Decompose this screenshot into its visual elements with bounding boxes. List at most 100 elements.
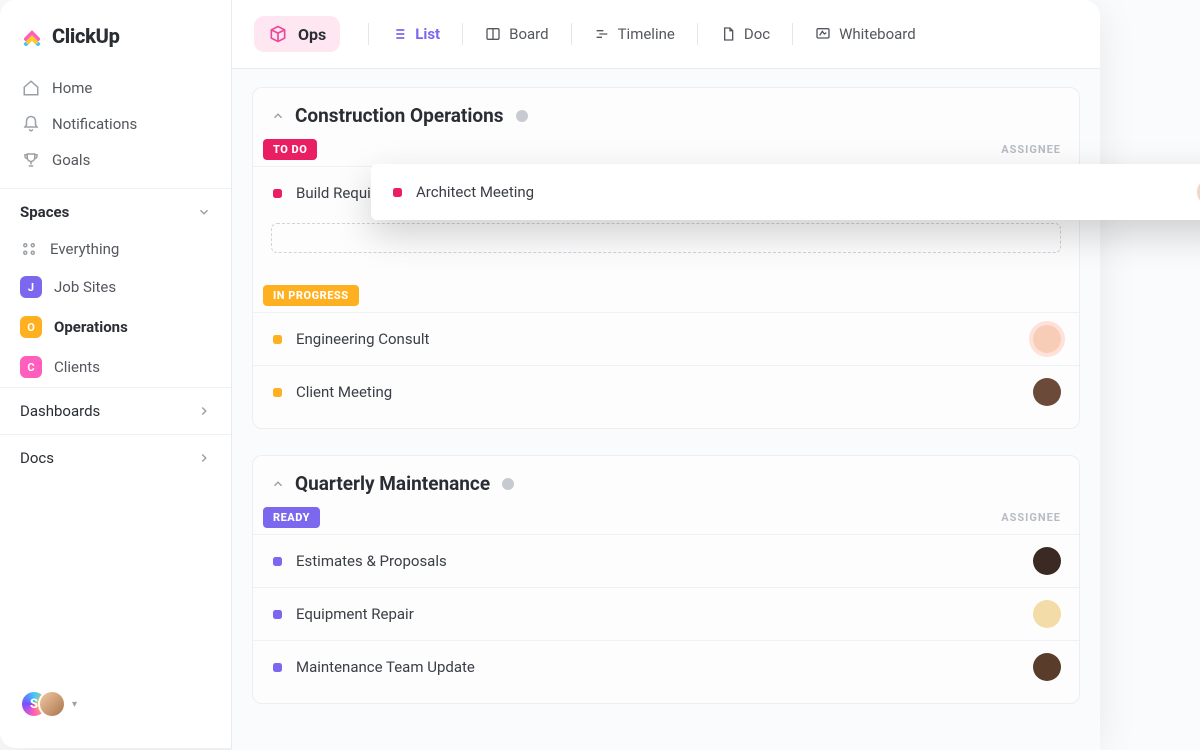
status-dot-icon <box>393 188 402 197</box>
task-name: Architect Meeting <box>416 183 534 201</box>
space-operations[interactable]: O Operations <box>0 307 231 347</box>
caret-down-icon: ▾ <box>72 699 77 710</box>
chevron-up-icon <box>271 477 285 491</box>
sidebar-footer[interactable]: S ▾ <box>0 676 231 732</box>
status-badge[interactable]: IN PROGRESS <box>263 285 359 306</box>
cube-icon <box>268 24 288 44</box>
task-row[interactable]: Engineering Consult <box>253 312 1079 365</box>
status-dot-icon <box>273 557 282 566</box>
view-label: Board <box>509 25 548 43</box>
whiteboard-icon <box>815 26 831 42</box>
chevron-up-icon <box>271 109 285 123</box>
view-board[interactable]: Board <box>473 21 560 47</box>
task-row[interactable]: Client Meeting <box>253 365 1079 418</box>
view-timeline[interactable]: Timeline <box>582 21 687 47</box>
list-icon <box>391 26 407 42</box>
assignee-avatar[interactable] <box>1033 378 1061 406</box>
nav-notifications[interactable]: Notifications <box>8 106 223 142</box>
space-badge: J <box>20 276 42 298</box>
nav-label: Notifications <box>52 115 137 133</box>
panel-header[interactable]: Construction Operations <box>253 104 1079 137</box>
assignee-avatar[interactable] <box>1033 325 1061 353</box>
nav-goals[interactable]: Goals <box>8 142 223 178</box>
space-label: Clients <box>54 358 100 376</box>
grid-icon <box>20 240 38 258</box>
task-name: Engineering Consult <box>296 330 429 348</box>
panel-title: Construction Operations <box>295 104 504 127</box>
board-icon <box>485 26 501 42</box>
chevron-down-icon <box>197 205 211 219</box>
page-chip[interactable]: Ops <box>254 16 340 52</box>
task-name: Estimates & Proposals <box>296 552 447 570</box>
info-icon[interactable] <box>514 108 530 124</box>
timeline-icon <box>594 26 610 42</box>
panel-header[interactable]: Quarterly Maintenance <box>253 472 1079 505</box>
divider <box>571 23 572 45</box>
page-title: Ops <box>298 25 326 44</box>
topbar: Ops List Board Timeline Doc <box>232 0 1100 69</box>
bell-icon <box>22 115 40 133</box>
status-dot-icon <box>273 663 282 672</box>
space-clients[interactable]: C Clients <box>0 347 231 387</box>
section-docs[interactable]: Docs <box>0 434 231 481</box>
assignee-avatar[interactable] <box>1033 653 1061 681</box>
status-dot-icon <box>273 335 282 344</box>
status-row-ready: READY ASSIGNEE <box>253 505 1079 534</box>
brand-logo-icon <box>20 24 44 48</box>
assignee-avatar[interactable] <box>1033 600 1061 628</box>
content: Construction Operations TO DO ASSIGNEE B… <box>232 69 1100 750</box>
divider <box>368 23 369 45</box>
status-dot-icon <box>273 388 282 397</box>
task-name: Equipment Repair <box>296 605 414 623</box>
assignee-header: ASSIGNEE <box>1001 143 1061 156</box>
status-badge[interactable]: TO DO <box>263 139 317 160</box>
status-dot-icon <box>273 189 282 198</box>
primary-nav: Home Notifications Goals <box>0 66 231 182</box>
task-name: Maintenance Team Update <box>296 658 475 676</box>
view-whiteboard[interactable]: Whiteboard <box>803 21 928 47</box>
panel-construction-operations: Construction Operations TO DO ASSIGNEE B… <box>252 87 1080 429</box>
space-job-sites[interactable]: J Job Sites <box>0 267 231 307</box>
spaces-header-label: Spaces <box>20 203 69 221</box>
view-label: List <box>415 25 440 43</box>
panel-quarterly-maintenance: Quarterly Maintenance READY ASSIGNEE Est… <box>252 455 1080 704</box>
task-row[interactable]: Maintenance Team Update <box>253 640 1079 693</box>
nav-label: Home <box>52 79 92 97</box>
view-label: Whiteboard <box>839 25 916 43</box>
view-list[interactable]: List <box>379 21 452 47</box>
drop-zone[interactable] <box>271 223 1061 253</box>
chevron-right-icon <box>197 404 211 418</box>
task-row[interactable]: Estimates & Proposals <box>253 534 1079 587</box>
brand[interactable]: ClickUp <box>0 20 231 66</box>
task-name: Client Meeting <box>296 383 392 401</box>
divider <box>697 23 698 45</box>
status-badge[interactable]: READY <box>263 507 320 528</box>
app-frame: ClickUp Home Notifications Goals Spaces … <box>0 0 1100 748</box>
space-label: Everything <box>50 240 119 258</box>
avatar-stack: S <box>20 690 66 718</box>
divider <box>462 23 463 45</box>
sidebar: ClickUp Home Notifications Goals Spaces … <box>0 0 232 748</box>
doc-icon <box>720 26 736 42</box>
nav-home[interactable]: Home <box>8 70 223 106</box>
user-avatar <box>38 690 66 718</box>
space-badge: C <box>20 356 42 378</box>
space-label: Operations <box>54 318 128 336</box>
chevron-right-icon <box>197 451 211 465</box>
assignee-avatar[interactable] <box>1033 547 1061 575</box>
task-row[interactable]: Equipment Repair <box>253 587 1079 640</box>
main: Ops List Board Timeline Doc <box>232 0 1100 748</box>
space-everything[interactable]: Everything <box>0 231 231 267</box>
spaces-header[interactable]: Spaces <box>0 188 231 231</box>
status-dot-icon <box>273 610 282 619</box>
section-dashboards[interactable]: Dashboards <box>0 387 231 434</box>
view-label: Doc <box>744 25 770 43</box>
view-doc[interactable]: Doc <box>708 21 782 47</box>
assignee-header: ASSIGNEE <box>1001 511 1061 524</box>
dragging-task-card[interactable]: Architect Meeting <box>371 164 1200 220</box>
space-badge: O <box>20 316 42 338</box>
brand-name: ClickUp <box>52 24 120 48</box>
status-row-todo: TO DO ASSIGNEE <box>253 137 1079 166</box>
info-icon[interactable] <box>500 476 516 492</box>
section-label: Dashboards <box>20 402 100 420</box>
